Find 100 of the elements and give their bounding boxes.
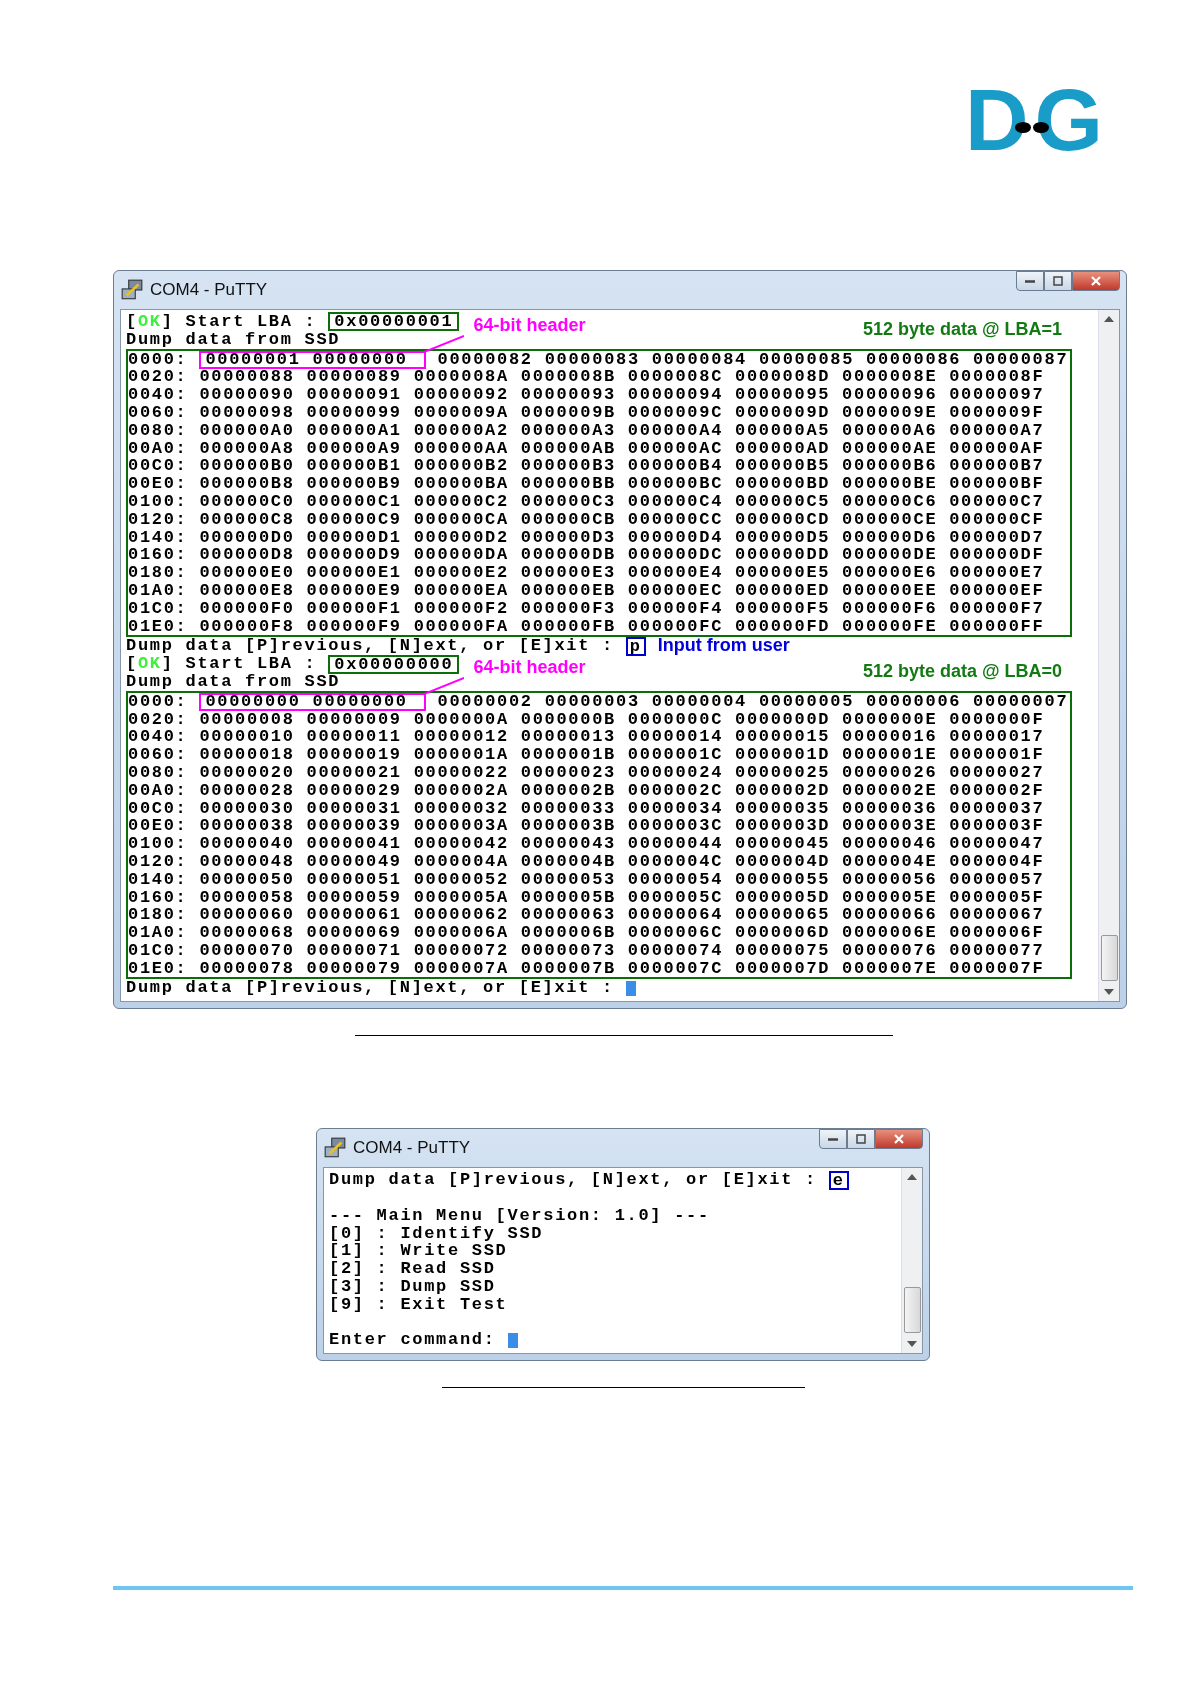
row-address: 0160: bbox=[128, 888, 188, 907]
data-words: 00000058 00000059 0000005A 0000005B 0000005C 0000005D 0000005E 0000005F bbox=[199, 888, 1045, 907]
terminal-text: [ bbox=[126, 313, 138, 331]
row-address: 0120: bbox=[128, 852, 188, 871]
window-title: COM4 - PuTTY bbox=[150, 280, 268, 300]
data-words: 000000C0 000000C1 000000C2 000000C3 000000C4 000000C5 000000C6 000000C7 bbox=[199, 492, 1045, 511]
maximize-button[interactable] bbox=[847, 1129, 875, 1150]
scroll-up-icon[interactable] bbox=[907, 1174, 917, 1181]
data-words: 00000020 00000021 00000022 00000023 00000024 00000025 00000026 00000027 bbox=[199, 763, 1045, 782]
row-address: 0060: bbox=[128, 404, 188, 422]
scroll-up-icon[interactable] bbox=[1104, 316, 1114, 322]
data-words: 00000050 00000051 00000052 00000053 00000054 00000055 00000056 00000057 bbox=[199, 870, 1045, 889]
data-words: 00000068 00000069 0000006A 0000006B 0000006C 0000006D 0000006E 0000006F bbox=[199, 924, 1045, 942]
row-address: 0140: bbox=[128, 528, 188, 547]
data-words: 000000A0 000000A1 000000A2 000000A3 000000A4 000000A5 000000A6 000000A7 bbox=[199, 421, 1045, 440]
terminal-text: [1] : Write SSD bbox=[329, 1242, 508, 1261]
computer-icon bbox=[120, 278, 144, 302]
row-address: 00A0: bbox=[128, 781, 188, 800]
row-address: 0180: bbox=[128, 906, 188, 925]
row-address: 01A0: bbox=[128, 581, 188, 600]
row-address: 0120: bbox=[128, 510, 188, 529]
close-button[interactable] bbox=[1072, 271, 1120, 291]
window-title: COM4 - PuTTY bbox=[353, 1138, 471, 1159]
data-words: 00000030 00000031 00000032 00000033 00000034 00000035 00000036 00000037 bbox=[199, 799, 1045, 818]
row-address: 00E0: bbox=[128, 817, 188, 836]
data-words: 00000002 00000003 00000004 00000005 00000006 00000007 bbox=[437, 692, 1069, 711]
data-words: 00000082 00000083 00000084 00000085 00000086 00000087 bbox=[437, 350, 1069, 369]
data-words: 00000098 00000099 0000009A 0000009B 0000009C 0000009D 0000009E 0000009F bbox=[199, 404, 1045, 422]
data-words: 000000B0 000000B1 000000B2 000000B3 000000B4 000000B5 000000B6 000000B7 bbox=[199, 457, 1045, 476]
terminal-text: Dump data [P]revious, [N]ext, or [E]xit : bbox=[329, 1171, 817, 1190]
data-words: 000000D0 000000D1 000000D2 000000D3 000000D4 000000D5 000000D6 000000D7 bbox=[199, 528, 1045, 547]
terminal-text: Enter command: bbox=[329, 1331, 496, 1350]
scroll-down-icon[interactable] bbox=[1104, 989, 1114, 996]
scroll-down-icon[interactable] bbox=[907, 1341, 917, 1348]
scroll-thumb[interactable] bbox=[1100, 935, 1118, 982]
annotation-label: 512 byte data @ LBA=1 bbox=[862, 320, 1062, 339]
row-address: 00A0: bbox=[128, 439, 188, 458]
data-words: 00000038 00000039 0000003A 0000003B 0000003C 0000003D 0000003E 0000003F bbox=[199, 817, 1045, 836]
terminal-text: Dump data [P]revious, [N]ext, or [E]xit : bbox=[126, 979, 614, 998]
minimize-button[interactable] bbox=[819, 1129, 847, 1150]
data-words: 00000028 00000029 0000002A 0000002B 0000002C 0000002D 0000002E 0000002F bbox=[199, 781, 1045, 800]
maximize-icon bbox=[1052, 275, 1064, 287]
data-words: 00000010 00000011 00000012 00000013 00000014 00000015 00000016 00000017 bbox=[199, 728, 1045, 747]
data-words: 000000C8 000000C9 000000CA 000000CB 000000CC 000000CD 000000CE 000000CF bbox=[199, 510, 1045, 529]
terminal-text: Dump data from SSD bbox=[126, 330, 341, 349]
data-words: 000000B8 000000B9 000000BA 000000BB 000000BC 000000BD 000000BE 000000BF bbox=[199, 475, 1045, 493]
data-words: 000000A8 000000A9 000000AA 000000AB 000000AC 000000AD 000000AE 000000AF bbox=[199, 439, 1045, 458]
row-address: 00E0: bbox=[128, 475, 188, 493]
row-address: 01C0: bbox=[128, 599, 188, 618]
terminal-text: [2] : Read SSD bbox=[329, 1260, 496, 1279]
row-address: 0020: bbox=[128, 710, 188, 729]
terminal-text: --- Main Menu [Version: 1.0] --- bbox=[329, 1206, 710, 1225]
status-text: OK bbox=[137, 655, 162, 673]
row-address: 0080: bbox=[128, 763, 188, 782]
minimize-icon bbox=[828, 1137, 838, 1141]
data-words: 00000090 00000091 00000092 00000093 00000094 00000095 00000096 00000097 bbox=[199, 386, 1045, 404]
close-icon bbox=[893, 1133, 905, 1146]
data-words: 00000048 00000049 0000004A 0000004B 0000004C 0000004D 0000004E 0000004F bbox=[199, 852, 1045, 871]
row-address: 01C0: bbox=[128, 941, 188, 960]
lba-value: 0x00000000 bbox=[328, 654, 460, 674]
annotation-label: 512 byte data @ LBA=0 bbox=[862, 662, 1062, 681]
data-words: 00000078 00000079 0000007A 0000007B 0000007C 0000007D 0000007E 0000007F bbox=[199, 959, 1045, 978]
maximize-icon bbox=[855, 1133, 867, 1146]
leader-line bbox=[423, 334, 464, 353]
data-words: 00000070 00000071 00000072 00000073 00000074 00000075 00000076 00000077 bbox=[199, 941, 1045, 960]
row-address: 0000: bbox=[128, 350, 188, 369]
scroll-thumb[interactable] bbox=[903, 1287, 921, 1334]
lba-value: 0x00000001 bbox=[328, 312, 460, 332]
terminal-text: ] Start LBA : bbox=[161, 313, 317, 331]
terminal-text: [ bbox=[126, 655, 138, 673]
data-words: 000000E0 000000E1 000000E2 000000E3 000000E4 000000E5 000000E6 000000E7 bbox=[199, 564, 1045, 582]
terminal-text: ] Start LBA : bbox=[161, 655, 317, 673]
data-words: 00000008 00000009 0000000A 0000000B 0000000C 0000000D 0000000E 0000000F bbox=[199, 710, 1045, 729]
company-logo: DG bbox=[965, 86, 1103, 154]
close-button[interactable] bbox=[875, 1129, 923, 1150]
row-address: 0080: bbox=[128, 421, 188, 440]
status-text: OK bbox=[137, 313, 162, 331]
row-address: 0180: bbox=[128, 564, 188, 582]
row-address: 01E0: bbox=[128, 959, 188, 978]
scrollbar[interactable] bbox=[1098, 310, 1119, 1002]
maximize-button[interactable] bbox=[1044, 271, 1072, 291]
data-words: 00000060 00000061 00000062 00000063 00000064 00000065 00000066 00000067 bbox=[199, 906, 1045, 925]
annotation-label: Input from user bbox=[657, 637, 790, 656]
row-address: 0020: bbox=[128, 368, 188, 387]
data-words: 000000D8 000000D9 000000DA 000000DB 000000DC 000000DD 000000DE 000000DF bbox=[199, 546, 1045, 565]
leader-line bbox=[423, 676, 464, 695]
minimize-button[interactable] bbox=[1016, 271, 1044, 291]
terminal-text: [9] : Exit Test bbox=[329, 1295, 508, 1314]
terminal-text: [0] : Identify SSD bbox=[329, 1224, 544, 1243]
row-address: 0040: bbox=[128, 386, 188, 404]
data-words: 000000F0 000000F1 000000F2 000000F3 000000F4 000000F5 000000F6 000000F7 bbox=[199, 599, 1045, 618]
row-address: 0000: bbox=[128, 692, 188, 711]
terminal-text: [3] : Dump SSD bbox=[329, 1278, 496, 1296]
row-address: 0100: bbox=[128, 492, 188, 511]
data-words: 00000018 00000019 0000001A 0000001B 0000001C 0000001D 0000001E 0000001F bbox=[199, 746, 1045, 764]
row-address: 0040: bbox=[128, 728, 188, 747]
scrollbar[interactable] bbox=[901, 1168, 922, 1354]
row-address: 01E0: bbox=[128, 617, 188, 636]
data-words: 00000088 00000089 0000008A 0000008B 0000008C 0000008D 0000008E 0000008F bbox=[199, 368, 1045, 387]
data-words: 000000F8 000000F9 000000FA 000000FB 000000FC 000000FD 000000FE 000000FF bbox=[199, 617, 1045, 636]
